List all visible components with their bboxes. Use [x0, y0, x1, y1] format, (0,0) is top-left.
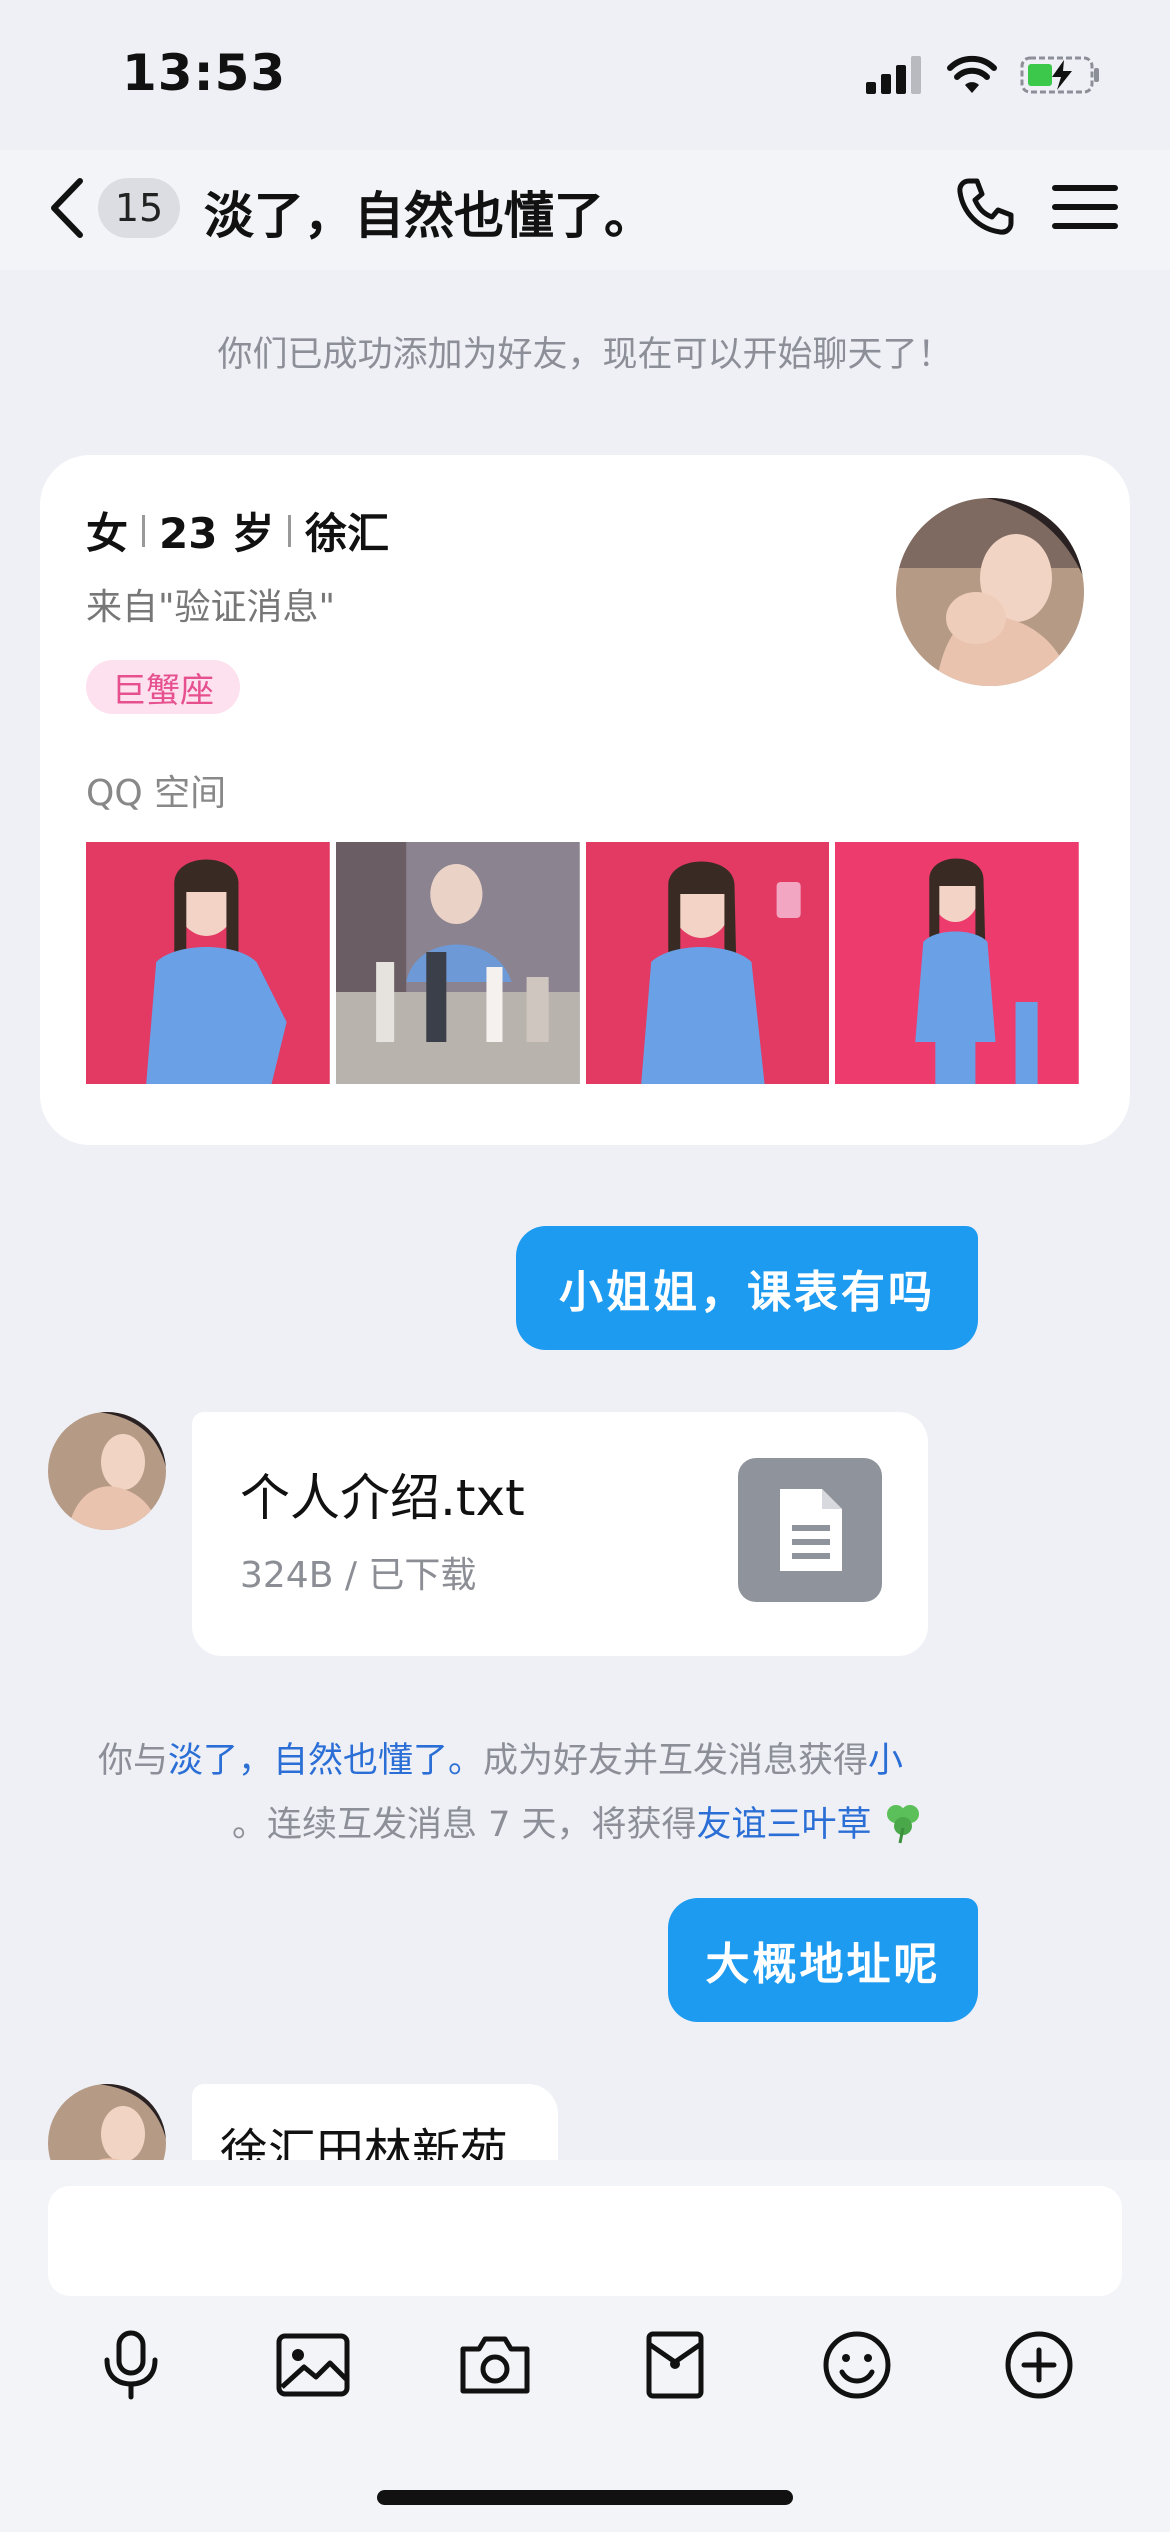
qzone-photos	[86, 842, 1079, 1084]
qzone-photo-2[interactable]	[335, 842, 580, 1084]
file-name: 个人介绍.txt	[240, 1469, 525, 1527]
message-outgoing[interactable]: 大概地址呢	[668, 1898, 978, 2022]
unread-count-badge[interactable]: 15	[98, 178, 180, 238]
home-indicator	[377, 2490, 793, 2505]
microphone-icon	[104, 2330, 158, 2400]
friendship-notice-line1: 你与淡了，自然也懂了。成为好友并互发消息获得小	[98, 1741, 904, 1781]
friendship-notice-line2: 。连续互发消息 7 天，将获得 友谊三叶草	[232, 1796, 926, 1847]
battery-charging-icon	[1020, 56, 1099, 94]
menu-button[interactable]	[1052, 174, 1118, 240]
phone-icon	[957, 178, 1014, 235]
document-icon	[738, 1458, 882, 1602]
qzone-label[interactable]: QQ 空间	[86, 764, 226, 816]
red-packet-icon	[646, 2331, 704, 2399]
friendship-clover-link[interactable]: 友谊三叶草	[697, 1796, 872, 1847]
status-time: 13:53	[122, 44, 287, 102]
qzone-photo-1[interactable]	[86, 842, 330, 1084]
profile-age: 23 岁	[159, 509, 275, 558]
voice-button[interactable]	[86, 2320, 176, 2410]
emoji-icon	[823, 2331, 891, 2399]
contact-avatar[interactable]	[48, 1412, 166, 1530]
divider	[142, 514, 146, 547]
profile-meta: 女 23 岁 徐汇	[86, 500, 389, 561]
divider	[288, 514, 292, 547]
chevron-left-icon	[51, 178, 83, 238]
clover-icon	[886, 1804, 919, 1843]
red-packet-button[interactable]	[630, 2320, 720, 2410]
emoji-button[interactable]	[812, 2320, 902, 2410]
back-button[interactable]	[38, 172, 94, 244]
more-button[interactable]	[994, 2320, 1084, 2410]
file-meta: 324B / 已下载	[240, 1555, 477, 1596]
zodiac-tag: 巨蟹座	[86, 660, 240, 714]
message-outgoing[interactable]: 小姐姐，课表有吗	[516, 1226, 978, 1350]
system-message: 你们已成功添加为好友，现在可以开始聊天了！	[217, 335, 953, 375]
message-input[interactable]	[48, 2186, 1122, 2296]
cellular-signal-icon	[866, 56, 921, 94]
call-button[interactable]	[950, 172, 1020, 242]
qzone-photo-3[interactable]	[585, 842, 830, 1084]
profile-avatar[interactable]	[896, 498, 1084, 686]
chat-title: 淡了，自然也懂了。	[204, 187, 654, 245]
profile-location: 徐汇	[305, 509, 390, 558]
camera-icon	[460, 2336, 530, 2394]
profile-gender: 女	[86, 509, 129, 558]
contact-name-link[interactable]: 淡了，自然也懂了。	[168, 1741, 483, 1781]
profile-source: 来自"验证消息"	[86, 587, 336, 628]
plus-icon	[1005, 2331, 1073, 2399]
image-icon	[276, 2333, 350, 2397]
status-icons	[866, 54, 1102, 96]
reward-link[interactable]: 小	[868, 1741, 903, 1781]
image-button[interactable]	[268, 2320, 358, 2410]
qzone-photo-4[interactable]	[835, 842, 1079, 1084]
menu-icon	[1052, 185, 1118, 191]
camera-button[interactable]	[450, 2320, 540, 2410]
wifi-icon	[947, 55, 997, 93]
